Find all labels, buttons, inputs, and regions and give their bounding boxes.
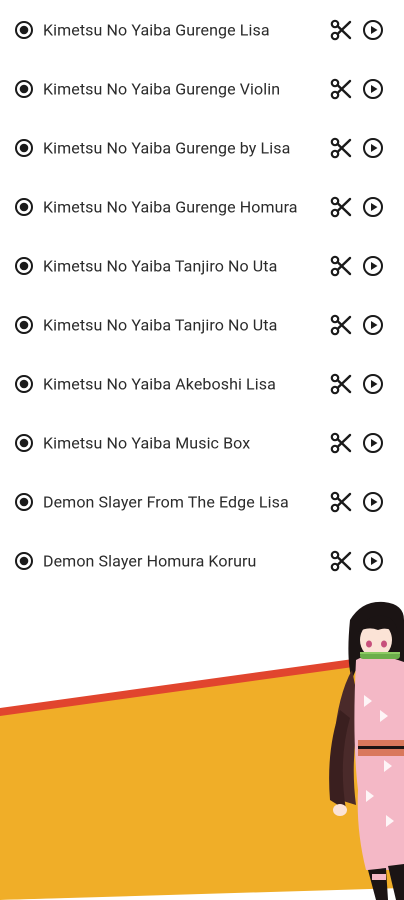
track-row[interactable]: Kimetsu No Yaiba Gurenge Lisa — [0, 0, 404, 59]
radio-button-checked-icon[interactable] — [14, 433, 34, 453]
radio-button-checked-icon[interactable] — [14, 79, 34, 99]
play-circle-icon[interactable] — [362, 432, 384, 454]
play-circle-icon[interactable] — [362, 19, 384, 41]
play-circle-icon[interactable] — [362, 314, 384, 336]
track-title: Kimetsu No Yaiba Akeboshi Lisa — [43, 374, 276, 393]
track-title: Demon Slayer From The Edge Lisa — [43, 492, 289, 511]
scissors-icon[interactable] — [329, 254, 353, 278]
scissors-icon[interactable] — [329, 77, 353, 101]
radio-button-checked-icon[interactable] — [14, 256, 34, 276]
scissors-icon[interactable] — [329, 18, 353, 42]
track-title: Demon Slayer Homura Koruru — [43, 551, 257, 570]
radio-button-checked-icon[interactable] — [14, 374, 34, 394]
scissors-icon[interactable] — [329, 313, 353, 337]
play-circle-icon[interactable] — [362, 373, 384, 395]
play-circle-icon[interactable] — [362, 255, 384, 277]
scissors-icon[interactable] — [329, 136, 353, 160]
track-title: Kimetsu No Yaiba Music Box — [43, 433, 251, 452]
track-title: Kimetsu No Yaiba Tanjiro No Uta — [43, 315, 278, 334]
scissors-icon[interactable] — [329, 372, 353, 396]
track-row[interactable]: Kimetsu No Yaiba Gurenge by Lisa — [0, 118, 404, 177]
play-circle-icon[interactable] — [362, 196, 384, 218]
ringtone-list-screen: Kimetsu No Yaiba Gurenge Lisa Kimetsu No … — [0, 0, 404, 900]
radio-button-checked-icon[interactable] — [14, 551, 34, 571]
play-circle-icon[interactable] — [362, 550, 384, 572]
radio-button-checked-icon[interactable] — [14, 197, 34, 217]
scissors-icon[interactable] — [329, 195, 353, 219]
track-row[interactable]: Kimetsu No Yaiba Akeboshi Lisa — [0, 354, 404, 413]
radio-button-checked-icon[interactable] — [14, 315, 34, 335]
scissors-icon[interactable] — [329, 490, 353, 514]
radio-button-checked-icon[interactable] — [14, 20, 34, 40]
track-row[interactable]: Demon Slayer From The Edge Lisa — [0, 472, 404, 531]
track-row[interactable]: Kimetsu No Yaiba Gurenge Violin — [0, 59, 404, 118]
play-circle-icon[interactable] — [362, 491, 384, 513]
track-row[interactable]: Demon Slayer Homura Koruru — [0, 531, 404, 590]
track-row[interactable]: Kimetsu No Yaiba Gurenge Homura — [0, 177, 404, 236]
radio-button-checked-icon[interactable] — [14, 138, 34, 158]
track-title: Kimetsu No Yaiba Gurenge by Lisa — [43, 138, 291, 157]
scissors-icon[interactable] — [329, 431, 353, 455]
track-title: Kimetsu No Yaiba Gurenge Homura — [43, 197, 298, 216]
play-circle-icon[interactable] — [362, 137, 384, 159]
play-circle-icon[interactable] — [362, 78, 384, 100]
footer-banner — [0, 600, 404, 900]
track-row[interactable]: Kimetsu No Yaiba Tanjiro No Uta — [0, 295, 404, 354]
track-row[interactable]: Kimetsu No Yaiba Tanjiro No Uta — [0, 236, 404, 295]
track-row[interactable]: Kimetsu No Yaiba Music Box — [0, 413, 404, 472]
track-title: Kimetsu No Yaiba Gurenge Violin — [43, 79, 281, 98]
scissors-icon[interactable] — [329, 549, 353, 573]
track-title: Kimetsu No Yaiba Gurenge Lisa — [43, 20, 270, 39]
radio-button-checked-icon[interactable] — [14, 492, 34, 512]
track-title: Kimetsu No Yaiba Tanjiro No Uta — [43, 256, 278, 275]
